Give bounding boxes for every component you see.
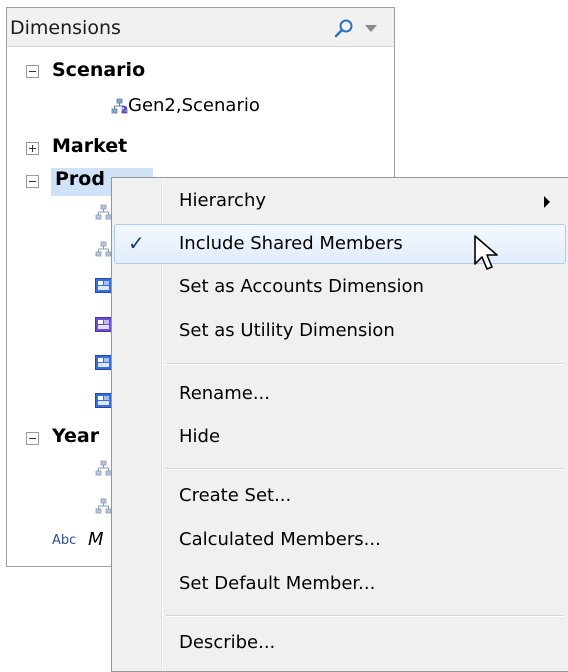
menu-separator (166, 468, 564, 470)
generation-badge: 2 (121, 105, 128, 116)
menu-item-label: Calculated Members... (179, 529, 381, 550)
hierarchy-gen2-scenario[interactable]: Gen2,Scenario (128, 95, 260, 116)
search-icon[interactable] (333, 17, 355, 39)
menu-item-label: Rename... (179, 383, 270, 404)
panel-header: Dimensions (7, 8, 394, 47)
menu-item-label: Hide (179, 426, 221, 447)
dimension-scenario[interactable]: Scenario (52, 59, 145, 81)
collapse-year-toggle[interactable] (26, 432, 39, 445)
menu-item-set-default-member[interactable]: Set Default Member... (114, 564, 566, 604)
expand-market-toggle[interactable] (26, 142, 39, 155)
panel-title: Dimensions (10, 17, 121, 39)
menu-item-label: Set as Utility Dimension (179, 320, 395, 341)
menu-item-set-utility-dimension[interactable]: Set as Utility Dimension (114, 311, 566, 351)
menu-separator (166, 615, 564, 617)
chevron-down-icon[interactable] (365, 25, 377, 32)
hierarchy-icon (95, 204, 112, 220)
abc-icon: Abc (52, 533, 77, 548)
collapse-product-toggle[interactable] (26, 175, 39, 188)
attribute-icon (95, 393, 112, 408)
attribute-icon (95, 278, 112, 293)
dimension-product[interactable]: Prod (55, 168, 105, 190)
attribute-icon (95, 355, 112, 370)
menu-separator (166, 363, 564, 365)
menu-item-label: Describe... (179, 632, 276, 653)
collapse-scenario-toggle[interactable] (26, 65, 39, 78)
menu-item-describe[interactable]: Describe... (114, 623, 566, 663)
menu-item-label: Create Set... (179, 485, 292, 506)
hierarchy-icon (95, 498, 112, 514)
menu-item-calculated-members[interactable]: Calculated Members... (114, 520, 566, 560)
attribute-icon (95, 317, 112, 332)
hierarchy-icon (95, 241, 112, 257)
menu-item-label: Hierarchy (179, 190, 267, 211)
hierarchy-icon (95, 460, 112, 476)
menu-item-label: Set Default Member... (179, 573, 376, 594)
menu-item-label: Set as Accounts Dimension (179, 276, 424, 297)
menu-item-rename[interactable]: Rename... (114, 374, 566, 414)
menu-item-hierarchy[interactable]: Hierarchy (114, 181, 566, 221)
menu-item-label: Include Shared Members (179, 233, 403, 254)
checkmark-icon: ✓ (128, 231, 145, 255)
menu-item-hide[interactable]: Hide (114, 417, 566, 457)
dimension-market[interactable]: Market (52, 135, 127, 157)
submenu-arrow-icon (544, 196, 550, 208)
dimension-measures[interactable]: M (88, 529, 104, 550)
dimension-year[interactable]: Year (52, 425, 99, 447)
menu-item-create-set[interactable]: Create Set... (114, 476, 566, 516)
mouse-pointer-icon (474, 235, 498, 270)
